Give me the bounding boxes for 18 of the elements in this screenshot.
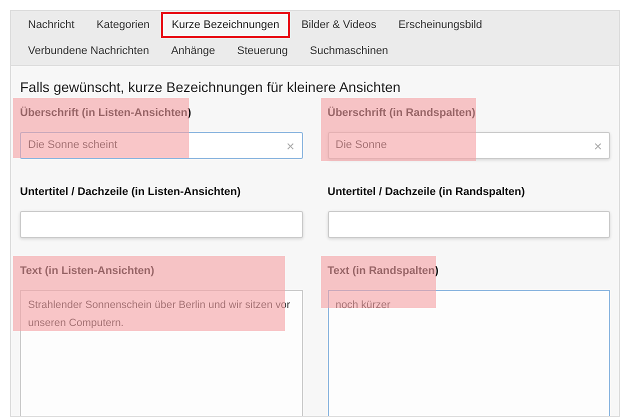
tab[interactable]: Nachricht	[17, 12, 86, 38]
field-label: Untertitel / Dachzeile (in Randspalten)	[328, 185, 526, 199]
field-label: Untertitel / Dachzeile (in Listen-Ansichten)	[20, 185, 242, 199]
section-heading: Falls gewünscht, kurze Bezeichnungen für kleinere Ansichten	[20, 78, 402, 96]
field-label: Überschrift (in Listen-Ansichten)	[20, 106, 192, 120]
tab[interactable]: Erscheinungsbild	[387, 12, 494, 38]
tab[interactable]: Kurze Bezeichnungen	[160, 12, 290, 38]
tab[interactable]: Verbundene Nachrichten	[17, 38, 160, 64]
tab[interactable]: Bilder & Videos	[290, 12, 388, 38]
field-label: Text (in Randspalten)	[328, 264, 440, 278]
field-label: Text (in Listen-Ansichten)	[20, 264, 156, 278]
text-field[interactable]	[328, 211, 610, 238]
tab[interactable]: Steuerung	[226, 38, 299, 64]
text-field[interactable]	[20, 211, 302, 238]
tab[interactable]: Anhänge	[160, 38, 226, 64]
tab[interactable]: Suchmaschinen	[298, 38, 400, 64]
field-label: Überschrift (in Randspalten)	[328, 106, 476, 120]
tab[interactable]: Kategorien	[85, 12, 161, 38]
